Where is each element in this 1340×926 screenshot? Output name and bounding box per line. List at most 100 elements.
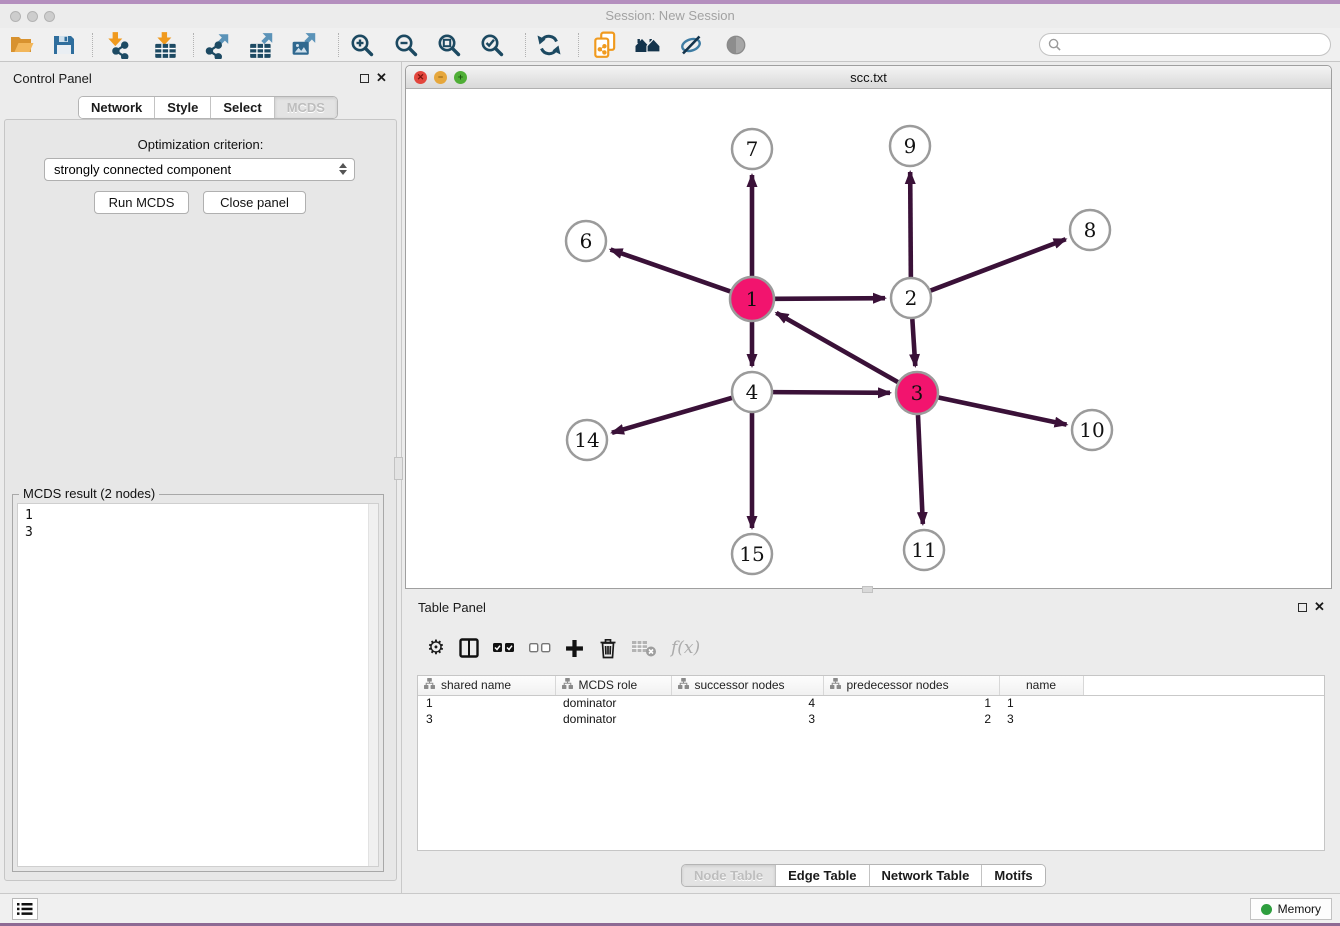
edge-2-3[interactable] <box>912 319 915 366</box>
column-header-predecessor-nodes[interactable]: predecessor nodes <box>823 676 999 695</box>
add-column-icon[interactable] <box>565 639 584 658</box>
hierarchy-icon <box>424 678 435 692</box>
close-window-button[interactable] <box>10 11 21 22</box>
tab-mcds[interactable]: MCDS <box>275 97 337 118</box>
graph-node-label-8: 8 <box>1084 218 1097 242</box>
graph-node-label-11: 11 <box>911 538 936 562</box>
import-table-icon[interactable] <box>149 30 183 60</box>
table-header-row: shared nameMCDS rolesuccessor nodesprede… <box>418 676 1324 695</box>
graph-node-label-4: 4 <box>746 380 759 404</box>
tab-select[interactable]: Select <box>211 97 274 118</box>
delete-table-icon[interactable] <box>632 639 657 657</box>
close-table-panel-icon[interactable]: ✕ <box>1314 602 1325 612</box>
close-network-icon[interactable]: ✕ <box>414 71 427 84</box>
settings-gear-icon[interactable]: ⚙ <box>427 638 445 658</box>
memory-button[interactable]: Memory <box>1250 898 1332 920</box>
export-network-icon[interactable] <box>201 30 235 60</box>
mcds-result-groupbox: MCDS result (2 nodes) 1 3 <box>12 494 384 872</box>
edge-3-11[interactable] <box>918 415 923 524</box>
table-row[interactable]: 3dominator323 <box>418 711 1324 727</box>
tab-network[interactable]: Network <box>79 97 155 118</box>
toolbar-separator <box>193 33 194 57</box>
run-mcds-button[interactable]: Run MCDS <box>94 191 189 214</box>
mcds-result-title: MCDS result (2 nodes) <box>19 486 159 501</box>
task-list-button[interactable] <box>12 898 38 920</box>
minimize-network-icon[interactable]: − <box>434 71 447 84</box>
window-title: Session: New Session <box>0 4 1340 28</box>
graph-node-label-2: 2 <box>905 286 918 310</box>
table-panel-tabs: Node TableEdge TableNetwork TableMotifs <box>681 864 1046 887</box>
close-panel-icon[interactable]: ✕ <box>376 73 387 83</box>
close-panel-button[interactable]: Close panel <box>203 191 306 214</box>
function-builder-icon[interactable]: f(x) <box>671 638 700 658</box>
table-row[interactable]: 1dominator411 <box>418 695 1324 711</box>
criterion-select[interactable]: strongly connected component <box>44 158 355 181</box>
memory-status-icon <box>1261 904 1272 915</box>
list-icon <box>17 902 33 916</box>
tab-node-table[interactable]: Node Table <box>682 865 776 886</box>
table-panel-window-controls: ✕ <box>1298 602 1325 612</box>
minimize-window-button[interactable] <box>27 11 38 22</box>
refresh-layout-icon[interactable] <box>532 30 566 60</box>
search-box[interactable] <box>1039 33 1331 56</box>
search-input[interactable] <box>1066 38 1322 52</box>
zoom-fit-icon[interactable] <box>432 30 466 60</box>
split-columns-icon[interactable] <box>459 638 479 658</box>
select-stepper-icon <box>339 163 347 175</box>
edge-1-2[interactable] <box>775 298 885 299</box>
memory-label: Memory <box>1278 902 1321 916</box>
tab-edge-table[interactable]: Edge Table <box>776 865 869 886</box>
edge-2-8[interactable] <box>931 239 1066 290</box>
birds-eye-view-icon[interactable] <box>719 30 753 60</box>
column-header-shared-name[interactable]: shared name <box>418 676 555 695</box>
hide-graphics-details-icon[interactable] <box>674 30 708 60</box>
edge-4-3[interactable] <box>773 392 890 393</box>
horizontal-splitter-grip[interactable] <box>862 586 873 593</box>
save-session-icon[interactable] <box>47 30 81 60</box>
network-window-titlebar[interactable]: ✕ − + scc.txt <box>406 66 1331 89</box>
show-all-columns-icon[interactable] <box>493 643 515 653</box>
export-table-icon[interactable] <box>245 30 279 60</box>
edge-2-9[interactable] <box>910 172 911 277</box>
zoom-out-icon[interactable] <box>389 30 423 60</box>
export-image-icon[interactable] <box>288 30 322 60</box>
float-panel-icon[interactable] <box>360 74 369 83</box>
main-toolbar <box>0 28 1340 62</box>
tab-network-table[interactable]: Network Table <box>870 865 983 886</box>
edge-4-14[interactable] <box>612 398 732 433</box>
graph-node-label-1: 1 <box>746 287 759 311</box>
control-panel-tabs: NetworkStyleSelectMCDS <box>78 96 338 119</box>
graph-node-label-15: 15 <box>739 542 764 566</box>
column-header-name[interactable]: name <box>999 676 1083 695</box>
column-header-filler <box>1083 676 1324 695</box>
float-table-panel-icon[interactable] <box>1298 603 1307 612</box>
duplicate-network-icon[interactable] <box>588 30 622 60</box>
edge-3-1[interactable] <box>776 313 898 382</box>
delete-column-icon[interactable] <box>598 637 618 659</box>
zoom-window-button[interactable] <box>44 11 55 22</box>
table-toolbar: ⚙ f(x) <box>417 628 1325 668</box>
edge-3-10[interactable] <box>939 398 1067 425</box>
result-scrollbar[interactable] <box>368 504 378 866</box>
graph-node-label-7: 7 <box>746 137 759 161</box>
maximize-network-icon[interactable]: + <box>454 71 467 84</box>
mcds-result-area[interactable]: 1 3 <box>17 503 379 867</box>
column-header-successor-nodes[interactable]: successor nodes <box>671 676 823 695</box>
import-network-icon[interactable] <box>101 30 135 60</box>
zoom-selected-icon[interactable] <box>475 30 509 60</box>
vertical-splitter-grip[interactable] <box>394 457 403 480</box>
tab-style[interactable]: Style <box>155 97 211 118</box>
zoom-in-icon[interactable] <box>345 30 379 60</box>
criterion-selected-value: strongly connected component <box>54 162 231 177</box>
column-header-MCDS-role[interactable]: MCDS role <box>555 676 671 695</box>
control-panel-window-controls: ✕ <box>360 73 387 83</box>
tab-motifs[interactable]: Motifs <box>982 865 1044 886</box>
network-canvas[interactable]: 7968124314101511 <box>407 90 1331 589</box>
graph-node-label-9: 9 <box>904 134 917 158</box>
home-houses-icon[interactable] <box>631 30 665 60</box>
edge-1-6[interactable] <box>611 250 731 292</box>
open-session-icon[interactable] <box>5 30 39 60</box>
node-table: shared nameMCDS rolesuccessor nodesprede… <box>417 675 1325 851</box>
hide-all-columns-icon[interactable] <box>529 643 551 653</box>
graph-node-label-14: 14 <box>574 428 599 452</box>
